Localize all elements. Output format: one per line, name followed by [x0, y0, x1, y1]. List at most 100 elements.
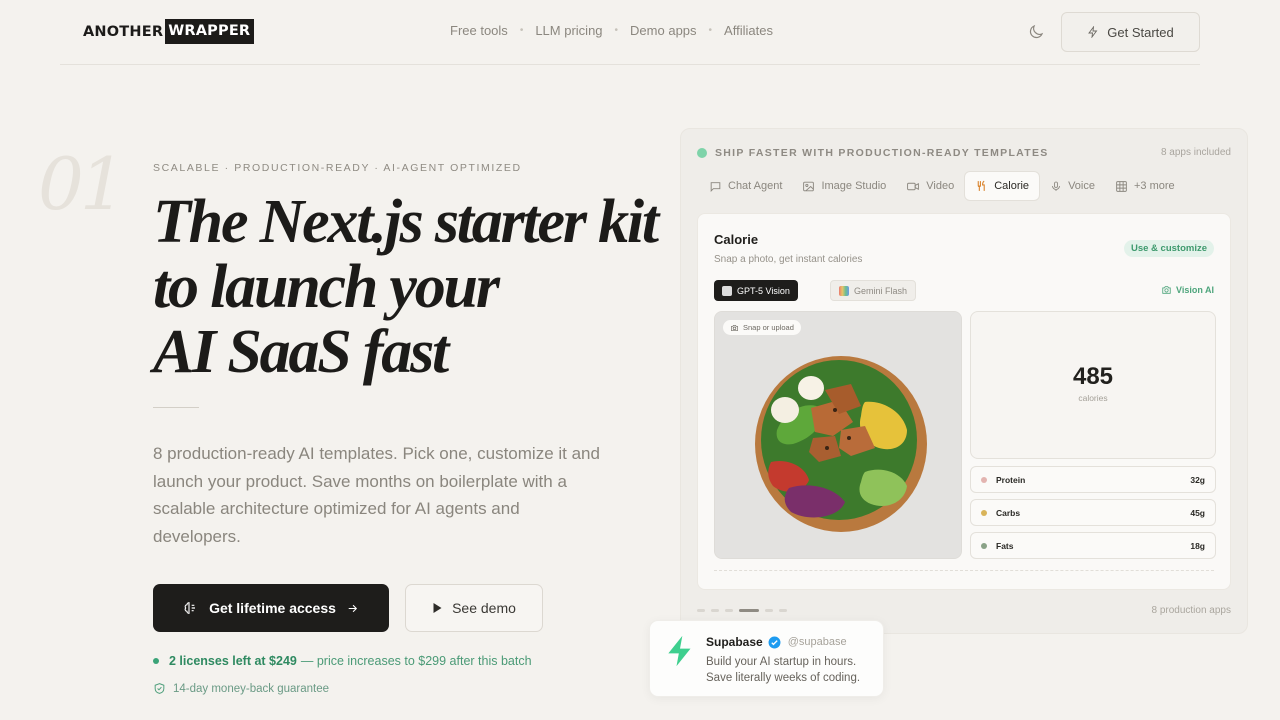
main-nav: Free tools • LLM pricing • Demo apps • A…	[450, 23, 773, 38]
play-icon	[433, 603, 442, 613]
verified-badge-icon	[768, 636, 781, 648]
mic-icon	[1052, 181, 1060, 191]
nav-link-demo-apps[interactable]: Demo apps	[630, 23, 696, 38]
hero-eyebrow: SCALABLE · PRODUCTION-READY · AI-AGENT O…	[153, 162, 522, 174]
pager-dot[interactable]	[779, 609, 787, 612]
guarantee-label: 14-day money-back guarantee	[173, 682, 329, 695]
macro-color-dot	[981, 509, 987, 516]
calorie-unit-label: calories	[1078, 393, 1108, 403]
tab-chat-agent[interactable]: Chat Agent	[699, 171, 792, 201]
vision-ai-label: Vision AI	[1161, 285, 1214, 295]
macro-name: Carbs	[996, 507, 1021, 518]
nav-separator: •	[519, 25, 524, 36]
model-chip-gpt5-vision[interactable]: GPT-5 Vision	[714, 280, 798, 301]
macro-value: 32g	[1190, 474, 1205, 485]
macro-name-wrap: Fats	[981, 541, 1013, 551]
pager-dot-active[interactable]	[739, 609, 759, 612]
macro-color-dot	[981, 476, 987, 483]
tab-calorie[interactable]: Calorie	[964, 171, 1041, 201]
hero-headline: The Next.js starter kit to launch your A…	[153, 188, 659, 386]
lightning-icon	[1088, 26, 1098, 38]
supabase-logo-icon	[668, 635, 691, 667]
model-label: Gemini Flash	[854, 285, 908, 296]
chat-icon	[710, 181, 721, 192]
model-label: GPT-5 Vision	[737, 285, 790, 296]
see-demo-button[interactable]: See demo	[405, 584, 543, 632]
logo-text-another: ANOTHER	[83, 23, 164, 40]
image-icon	[803, 181, 815, 191]
site-header: ANOTHER WRAPPER Free tools • LLM pricing…	[0, 0, 1280, 64]
card-subtitle: Snap a photo, get instant calories	[714, 254, 863, 265]
headline-line-1: The Next.js starter kit	[153, 188, 659, 256]
tab-image-studio[interactable]: Image Studio	[792, 171, 896, 201]
calorie-app-card: Calorie Snap a photo, get instant calori…	[697, 213, 1231, 590]
author-handle: @supabase	[787, 636, 847, 648]
snap-upload-label: Snap or upload	[743, 323, 794, 332]
card-title: Calorie	[714, 232, 759, 247]
nav-separator: •	[614, 25, 619, 36]
nav-link-llm-pricing[interactable]: LLM pricing	[535, 23, 602, 38]
logo[interactable]: ANOTHER WRAPPER	[83, 19, 255, 44]
nav-link-affiliates[interactable]: Affiliates	[724, 23, 773, 38]
shield-check-icon	[154, 683, 165, 694]
tab-label: Chat Agent	[728, 180, 783, 192]
macro-row-carbs: Carbs 45g	[970, 499, 1216, 526]
calorie-value: 485	[1072, 363, 1114, 390]
use-customize-badge[interactable]: Use & customize	[1123, 240, 1214, 257]
apps-included-count: 8 apps included	[1160, 147, 1231, 158]
section-index-number: 01	[38, 142, 126, 226]
status-dot	[153, 658, 159, 664]
macro-name: Protein	[996, 474, 1026, 485]
moon-icon[interactable]	[1027, 23, 1045, 41]
tab-label: Voice	[1068, 180, 1095, 192]
pager-dot[interactable]	[711, 609, 719, 612]
templates-showcase-panel: SHIP FASTER WITH PRODUCTION-READY TEMPLA…	[680, 128, 1248, 634]
macro-row-protein: Protein 32g	[970, 466, 1216, 493]
nav-separator: •	[708, 25, 713, 36]
nav-link-free-tools[interactable]: Free tools	[450, 23, 508, 38]
calorie-result-box: 485 calories	[970, 311, 1216, 459]
pager-dot[interactable]	[697, 609, 705, 612]
pager-dot[interactable]	[765, 609, 773, 612]
tab-label: Video	[926, 180, 955, 192]
tab-video[interactable]: Video	[896, 171, 964, 201]
camera-icon	[1162, 286, 1171, 294]
panel-heading: SHIP FASTER WITH PRODUCTION-READY TEMPLA…	[697, 147, 1049, 159]
headline-line-2: to launch your	[153, 253, 500, 321]
salad-bowl-image	[715, 312, 961, 558]
food-photo[interactable]: Snap or upload	[714, 311, 962, 559]
macro-row-fats: Fats 18g	[970, 532, 1216, 559]
headline-line-3: AI SaaS fast	[153, 318, 449, 386]
gemini-icon	[839, 285, 849, 296]
macro-name-wrap: Carbs	[981, 508, 1020, 518]
production-apps-count: 8 production apps	[1151, 605, 1231, 616]
logo-text-wrapper: WRAPPER	[165, 19, 255, 44]
author-name: Supabase	[706, 635, 763, 649]
snap-upload-chip[interactable]: Snap or upload	[723, 320, 801, 335]
header-divider	[60, 64, 1200, 65]
camera-icon	[731, 324, 738, 331]
tab-label: Image Studio	[821, 180, 887, 192]
template-tabs: Chat Agent Image Studio Video Calorie Vo…	[699, 171, 1185, 201]
get-lifetime-access-button[interactable]: Get lifetime access	[153, 584, 389, 632]
testimonial-quote: Build your AI startup in hours. Save lit…	[706, 656, 861, 684]
macro-value: 18g	[1190, 540, 1205, 551]
get-started-button[interactable]: Get Started	[1061, 12, 1200, 52]
hero-description: 8 production-ready AI templates. Pick on…	[153, 444, 600, 546]
arrow-right-icon	[348, 604, 357, 612]
tab-voice[interactable]: Voice	[1040, 171, 1105, 201]
tab-label: Calorie	[994, 180, 1030, 192]
get-started-label: Get Started	[1107, 24, 1174, 40]
money-back-guarantee: 14-day money-back guarantee	[153, 682, 329, 695]
pager-dot[interactable]	[725, 609, 733, 612]
testimonial-card: Supabase @supabase Build your AI startup…	[649, 620, 884, 697]
status-dot	[697, 148, 707, 158]
macro-name-wrap: Protein	[981, 475, 1025, 485]
tab-more[interactable]: +3 more	[1105, 171, 1185, 201]
fork-knife-icon	[977, 180, 985, 191]
see-demo-label: See demo	[452, 600, 516, 616]
licenses-count: 2 licenses left at $249	[169, 654, 297, 668]
brain-icon	[184, 602, 196, 614]
model-chip-gemini-flash[interactable]: Gemini Flash	[830, 280, 917, 301]
tab-label: +3 more	[1133, 180, 1175, 192]
